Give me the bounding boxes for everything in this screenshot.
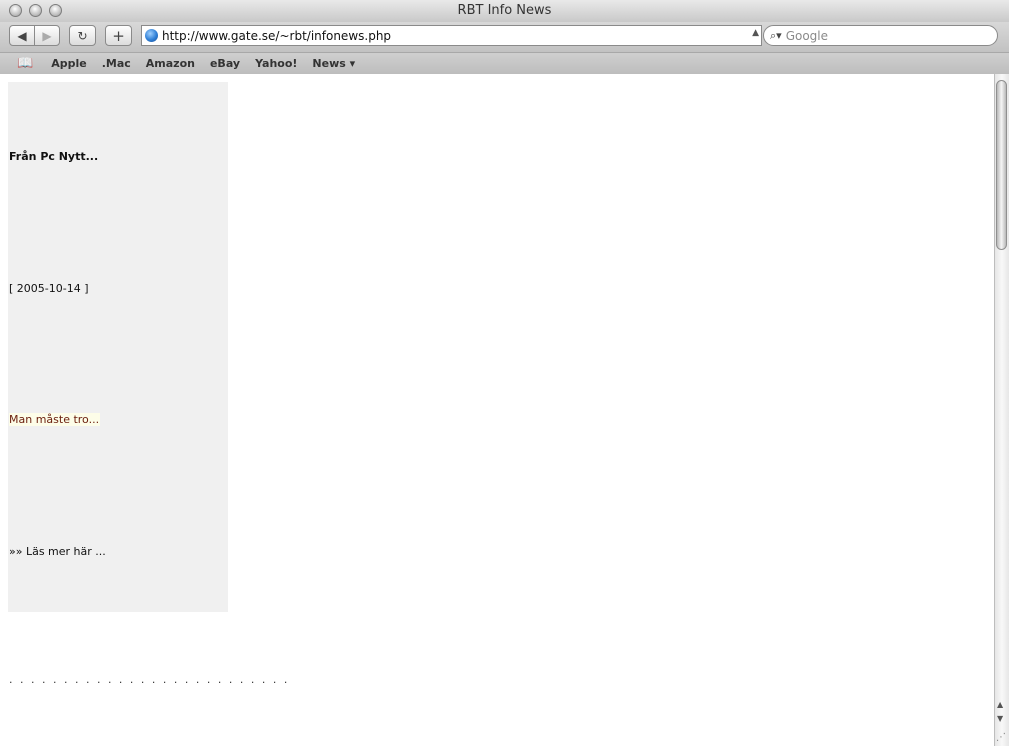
plus-icon: + — [112, 26, 125, 45]
bookmark-apple[interactable]: Apple — [51, 57, 87, 70]
scroll-up-icon[interactable]: ▲ — [997, 700, 1003, 709]
forward-button[interactable]: ▶ — [34, 25, 60, 46]
scrollbar-thumb[interactable] — [996, 80, 1007, 250]
browser-toolbar: ◀ ▶ ↻ + http://www.gate.se/~rbt/infonews… — [0, 22, 1009, 52]
globe-icon — [145, 29, 158, 42]
add-bookmark-button[interactable]: + — [105, 25, 132, 46]
news-panel: Från Pc Nytt... [ 2005-10-14 ] Man måste… — [8, 82, 228, 612]
search-placeholder: Google — [785, 28, 829, 43]
bookmark-amazon[interactable]: Amazon — [146, 57, 195, 70]
back-arrow-icon: ◀ — [17, 28, 27, 43]
bookmark-news-menu[interactable]: News ▾ — [312, 57, 355, 70]
news-title: Från Pc Nytt... — [9, 150, 99, 163]
bookmark-ebay[interactable]: eBay — [210, 57, 240, 70]
address-bar[interactable]: http://www.gate.se/~rbt/infonews.php ▲ — [141, 25, 762, 46]
scroll-down-icon[interactable]: ▼ — [997, 714, 1003, 723]
forward-arrow-icon: ▶ — [42, 28, 52, 43]
search-icon: ⌕▾ — [770, 28, 782, 42]
bookmarks-bar: 📖 Apple .Mac Amazon eBay Yahoo! News ▾ — [0, 52, 1009, 75]
reload-button[interactable]: ↻ — [69, 25, 96, 46]
page-content: Från Pc Nytt... [ 2005-10-14 ] Man måste… — [0, 74, 994, 746]
chevron-up-icon[interactable]: ▲ — [752, 28, 759, 38]
news-date: [ 2005-10-14 ] — [9, 282, 89, 295]
search-field[interactable]: ⌕▾ Google — [763, 25, 998, 46]
resize-grip-icon[interactable]: ⋰ — [996, 732, 1006, 743]
read-more-link[interactable]: »» Läs mer här ... — [9, 545, 106, 558]
back-button[interactable]: ◀ — [9, 25, 35, 46]
news-excerpt: Man måste tro... — [9, 413, 101, 426]
window-title: RBT Info News — [457, 3, 552, 18]
dotted-separator: . . . . . . . . . . . . . . . . . . . . … — [9, 673, 290, 686]
bookmark-yahoo[interactable]: Yahoo! — [255, 57, 297, 70]
url-text: http://www.gate.se/~rbt/infonews.php — [162, 28, 392, 43]
vertical-scrollbar[interactable]: ▲ ▼ — [994, 74, 1009, 746]
bookmark-mac[interactable]: .Mac — [102, 57, 131, 70]
reload-icon: ↻ — [77, 28, 88, 43]
title-bar: RBT Info News — [0, 0, 1009, 23]
book-icon[interactable]: 📖 — [17, 56, 33, 71]
